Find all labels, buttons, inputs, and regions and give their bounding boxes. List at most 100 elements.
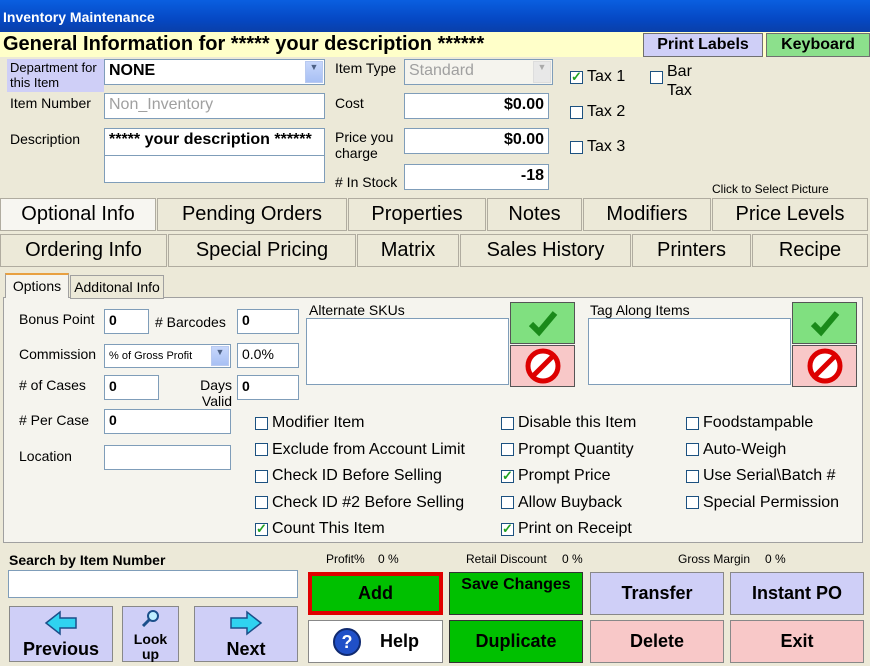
- days-valid-label: Days Valid: [200, 377, 232, 409]
- checkbox-icon[interactable]: [501, 443, 514, 457]
- prompt-price-checkbox[interactable]: Prompt Price: [501, 463, 636, 490]
- tab-recipe[interactable]: Recipe: [752, 234, 868, 267]
- picture-hint[interactable]: Click to Select Picture: [712, 182, 829, 196]
- description-field[interactable]: ***** your description ******: [104, 128, 325, 183]
- instant-po-button[interactable]: Instant PO: [730, 572, 864, 615]
- tab-properties[interactable]: Properties: [348, 198, 486, 231]
- commission-type-select[interactable]: % of Gross Profit ▼: [104, 344, 231, 368]
- stock-field[interactable]: -18: [404, 164, 549, 190]
- checkbox-icon[interactable]: [255, 469, 268, 483]
- checkbox-icon[interactable]: [570, 105, 583, 119]
- keyboard-button[interactable]: Keyboard: [766, 33, 870, 57]
- arrow-left-icon: [44, 610, 77, 636]
- prompt-quantity-checkbox[interactable]: Prompt Quantity: [501, 437, 636, 464]
- add-tag-along-button[interactable]: [792, 302, 857, 344]
- gross-margin-value: 0 %: [765, 552, 786, 566]
- tax2-checkbox[interactable]: Tax 2: [570, 103, 625, 121]
- serial-batch-checkbox[interactable]: Use Serial\Batch #: [686, 463, 839, 490]
- days-valid-field[interactable]: 0: [237, 375, 299, 400]
- print-on-receipt-checkbox[interactable]: Print on Receipt: [501, 516, 636, 543]
- checkbox-icon[interactable]: [501, 496, 514, 510]
- exclude-account-limit-checkbox[interactable]: Exclude from Account Limit: [255, 437, 465, 464]
- checkbox-icon[interactable]: [570, 69, 583, 85]
- duplicate-button[interactable]: Duplicate: [449, 620, 583, 663]
- checkbox-icon[interactable]: [255, 416, 268, 430]
- delete-button[interactable]: Delete: [590, 620, 724, 663]
- foodstampable-checkbox[interactable]: Foodstampable: [686, 410, 839, 437]
- tab-special-pricing[interactable]: Special Pricing: [168, 234, 356, 267]
- tag-along-list[interactable]: [588, 318, 791, 385]
- department-label-box: Department for this Item: [7, 59, 104, 92]
- next-button[interactable]: Next: [194, 606, 298, 662]
- checkbox-icon[interactable]: [501, 468, 514, 484]
- location-field[interactable]: [104, 445, 231, 470]
- modifier-item-checkbox[interactable]: Modifier Item: [255, 410, 465, 437]
- cost-field[interactable]: $0.00: [404, 93, 549, 119]
- checkbox-icon[interactable]: [570, 140, 583, 154]
- checkbox-icon[interactable]: [255, 521, 268, 537]
- per-case-label: # Per Case: [19, 412, 90, 428]
- subtab-additional-info[interactable]: Additonal Info: [70, 275, 164, 299]
- count-item-checkbox[interactable]: Count This Item: [255, 516, 465, 543]
- checkbox-icon[interactable]: [255, 443, 268, 457]
- help-label: Help: [379, 631, 419, 651]
- commission-value-field[interactable]: 0.0%: [237, 343, 299, 368]
- checkbox-icon[interactable]: [501, 416, 514, 430]
- tax3-checkbox[interactable]: Tax 3: [570, 138, 625, 156]
- disable-item-checkbox[interactable]: Disable this Item: [501, 410, 636, 437]
- checkbox-icon[interactable]: [686, 443, 699, 457]
- transfer-button[interactable]: Transfer: [590, 572, 724, 615]
- checkbox-icon[interactable]: [650, 71, 663, 84]
- per-case-field[interactable]: 0: [104, 409, 231, 434]
- barcodes-field[interactable]: 0: [237, 309, 299, 334]
- barcodes-label: # Barcodes: [155, 314, 226, 330]
- auto-weigh-checkbox[interactable]: Auto-Weigh: [686, 437, 839, 464]
- commission-label: Commission: [19, 346, 97, 362]
- bonus-point-field[interactable]: 0: [104, 309, 149, 334]
- remove-tag-along-button[interactable]: [792, 345, 857, 387]
- allow-buyback-checkbox[interactable]: Allow Buyback: [501, 490, 636, 517]
- chevron-down-icon[interactable]: ▼: [211, 346, 229, 366]
- tab-sales-history[interactable]: Sales History: [460, 234, 631, 267]
- tab-matrix[interactable]: Matrix: [357, 234, 459, 267]
- cases-field[interactable]: 0: [104, 375, 159, 400]
- window-title: Inventory Maintenance: [0, 0, 870, 32]
- tab-ordering-info[interactable]: Ordering Info: [0, 234, 167, 267]
- item-type-select[interactable]: Standard ▼: [404, 59, 553, 85]
- add-button[interactable]: Add: [308, 572, 443, 615]
- subtab-options[interactable]: Options: [5, 273, 69, 298]
- print-labels-button[interactable]: Print Labels: [643, 33, 763, 57]
- checkbox-icon[interactable]: [501, 521, 514, 537]
- save-changes-button[interactable]: Save Changes: [449, 572, 583, 615]
- bar-tax-checkbox[interactable]: Bar Tax: [650, 62, 707, 100]
- tab-printers[interactable]: Printers: [632, 234, 751, 267]
- tab-notes[interactable]: Notes: [487, 198, 582, 231]
- search-input[interactable]: [8, 570, 298, 598]
- help-button[interactable]: ? Help: [308, 620, 443, 663]
- tab-pending-orders[interactable]: Pending Orders: [157, 198, 347, 231]
- item-number-field[interactable]: Non_Inventory: [104, 93, 325, 119]
- tab-price-levels[interactable]: Price Levels: [712, 198, 868, 231]
- check-id2-checkbox[interactable]: Check ID #2 Before Selling: [255, 490, 465, 517]
- check-id-checkbox[interactable]: Check ID Before Selling: [255, 463, 465, 490]
- remove-alt-sku-button[interactable]: [510, 345, 575, 387]
- previous-button[interactable]: Previous: [9, 606, 113, 662]
- lookup-button[interactable]: Look up: [122, 606, 179, 662]
- exit-button[interactable]: Exit: [730, 620, 864, 663]
- previous-label: Previous: [22, 639, 100, 659]
- price-field[interactable]: $0.00: [404, 128, 549, 154]
- checkbox-icon[interactable]: [686, 469, 699, 483]
- checkbox-icon[interactable]: [686, 496, 699, 510]
- department-select[interactable]: NONE ▼: [104, 59, 325, 85]
- checkbox-icon[interactable]: [255, 496, 268, 510]
- alt-skus-list[interactable]: [306, 318, 509, 385]
- chevron-down-icon[interactable]: ▼: [533, 61, 551, 83]
- checkbox-icon[interactable]: [686, 416, 699, 430]
- chevron-down-icon[interactable]: ▼: [305, 61, 323, 83]
- tax1-checkbox[interactable]: Tax 1: [570, 68, 625, 86]
- tab-modifiers[interactable]: Modifiers: [583, 198, 711, 231]
- add-alt-sku-button[interactable]: [510, 302, 575, 344]
- special-permission-checkbox[interactable]: Special Permission: [686, 490, 839, 517]
- checkbox-column-2: Disable this Item Prompt Quantity Prompt…: [501, 410, 636, 543]
- tab-optional-info[interactable]: Optional Info: [0, 198, 156, 231]
